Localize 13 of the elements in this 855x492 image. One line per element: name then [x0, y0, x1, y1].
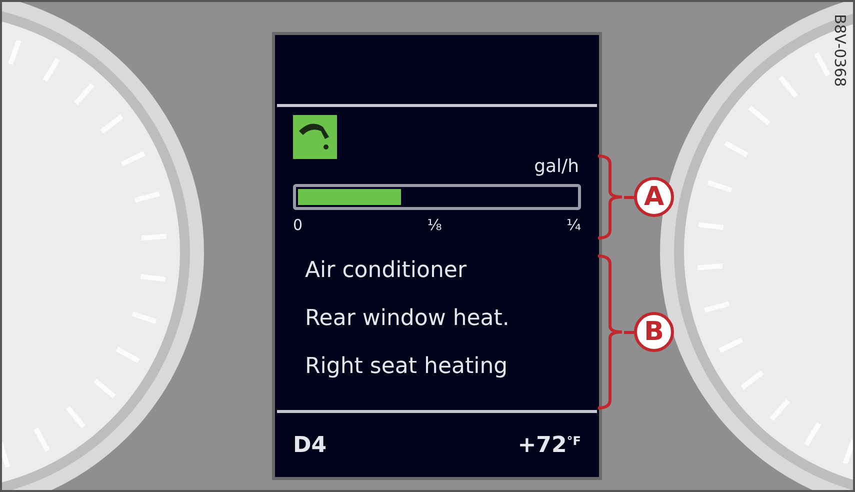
outside-temperature: +72: [518, 432, 567, 460]
scale-tick-label: ⅛: [427, 215, 442, 236]
consumer-item: Right seat heating: [305, 352, 509, 380]
temperature-unit: °F: [566, 432, 581, 450]
unit-label: gal/h: [534, 155, 579, 179]
gear-indicator: D4: [293, 432, 327, 460]
scale-tick-label: 0: [293, 215, 303, 236]
callout-label: B: [634, 312, 674, 352]
figure-code: B8V-0368: [830, 14, 850, 87]
consumer-item: Rear window heat.: [305, 304, 510, 332]
consumer-item: Air conditioner: [305, 256, 468, 284]
scale-tick-label: ¼: [566, 215, 581, 236]
callout-label: A: [634, 177, 674, 217]
